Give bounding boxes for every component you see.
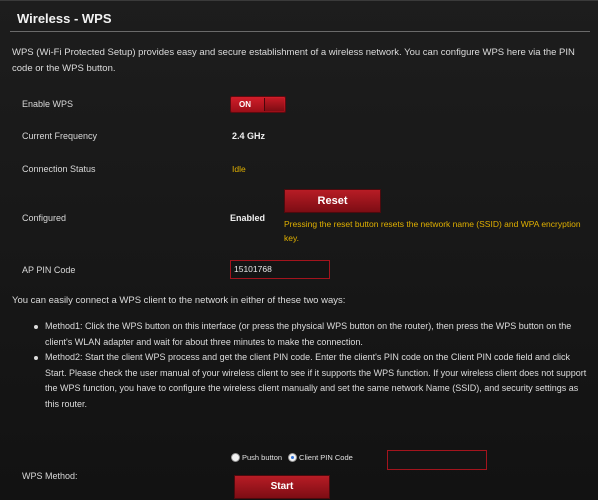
wps-method-label: WPS Method: — [22, 471, 78, 481]
client-pin-code-radio[interactable] — [288, 453, 298, 462]
client-pin-code-radio-label: Client PIN Code — [299, 453, 353, 462]
enable-wps-label: Enable WPS — [22, 99, 74, 109]
client-pin-code-input[interactable] — [387, 450, 487, 470]
current-frequency-label: Current Frequency — [22, 131, 98, 141]
ap-pin-code-field: 15101768 — [230, 260, 330, 279]
methods-list: Method1: Click the WPS button on this in… — [34, 319, 590, 412]
enable-wps-toggle[interactable]: ON — [230, 96, 286, 113]
method-1-item: Method1: Click the WPS button on this in… — [34, 319, 590, 350]
page-description: WPS (Wi-Fi Protected Setup) provides eas… — [12, 47, 575, 74]
ap-pin-code-label: AP PIN Code — [22, 265, 76, 275]
method-2-text: Method2: Start the client WPS process an… — [45, 352, 587, 409]
current-frequency-value: 2.4 GHz — [232, 131, 266, 141]
page-title: Wireless - WPS — [17, 11, 112, 26]
push-button-radio[interactable] — [231, 453, 240, 462]
push-button-radio-label: Push button — [242, 453, 283, 462]
bullet — [34, 325, 38, 329]
reset-note: Pressing the reset button resets the net… — [284, 219, 581, 243]
method-1-text: Method1: Click the WPS button on this in… — [45, 321, 572, 347]
toggle-state-text: ON — [239, 100, 251, 109]
method-2-item: Method2: Start the client WPS process an… — [34, 350, 590, 412]
wps-method-radio-group: Push button Client PIN Code — [231, 453, 359, 462]
toggle-knob — [264, 98, 284, 111]
title-divider — [10, 31, 590, 32]
reset-button[interactable]: Reset — [284, 189, 381, 213]
methods-intro: You can easily connect a WPS client to t… — [12, 295, 346, 306]
configured-value: Enabled — [230, 213, 266, 223]
connection-status-value: Idle — [232, 164, 246, 174]
configured-label: Configured — [22, 213, 67, 223]
connection-status-label: Connection Status — [22, 164, 96, 174]
wps-panel: Wireless - WPS WPS (Wi-Fi Protected Setu… — [0, 0, 598, 500]
start-button[interactable]: Start — [234, 475, 330, 499]
bullet — [34, 356, 38, 360]
